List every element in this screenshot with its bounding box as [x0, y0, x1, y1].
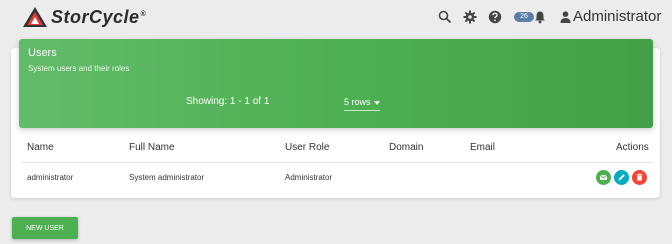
- person-icon: [560, 10, 571, 23]
- delete-user-button[interactable]: [632, 170, 647, 185]
- user-name: Administrator: [573, 8, 662, 25]
- edit-user-button[interactable]: [614, 170, 629, 185]
- user-menu[interactable]: Administrator: [560, 8, 661, 25]
- pencil-icon: [614, 170, 629, 185]
- logo-text: StorCycle®: [51, 6, 147, 27]
- envelope-icon: [596, 170, 611, 185]
- column-header-email[interactable]: Email: [470, 142, 495, 153]
- logo-triangle-icon: [23, 7, 47, 27]
- column-header-full-name[interactable]: Full Name: [129, 142, 175, 153]
- storcycle-logo[interactable]: StorCycle®: [22, 6, 146, 28]
- users-header-banner: Users System users and their roles Showi…: [19, 39, 653, 128]
- column-header-domain[interactable]: Domain: [389, 142, 423, 153]
- pagination-status: Showing: 1 - 1 of 1: [186, 96, 270, 107]
- gear-icon[interactable]: [463, 10, 477, 24]
- column-header-actions: Actions: [616, 142, 649, 153]
- page-title: Users: [28, 47, 57, 59]
- table-divider: [22, 162, 653, 163]
- caret-down-icon: [373, 100, 380, 105]
- new-user-button[interactable]: NEW USER: [12, 217, 78, 239]
- email-user-button[interactable]: [596, 170, 611, 185]
- rows-per-page-select[interactable]: 5 rows: [344, 97, 380, 111]
- cell-user-role: Administrator: [285, 173, 333, 182]
- page-subtitle: System users and their roles: [28, 64, 130, 73]
- help-icon[interactable]: [488, 10, 502, 24]
- column-header-user-role[interactable]: User Role: [285, 142, 329, 153]
- top-bar: StorCycle® 26 Administrator: [0, 0, 672, 36]
- search-icon[interactable]: [438, 10, 452, 24]
- bell-icon[interactable]: [533, 10, 547, 24]
- notification-count-badge[interactable]: 26: [514, 12, 534, 22]
- trash-icon: [632, 170, 647, 185]
- cell-name: administrator: [27, 173, 74, 182]
- column-header-name[interactable]: Name: [27, 142, 54, 153]
- cell-full-name: System administrator: [129, 173, 205, 182]
